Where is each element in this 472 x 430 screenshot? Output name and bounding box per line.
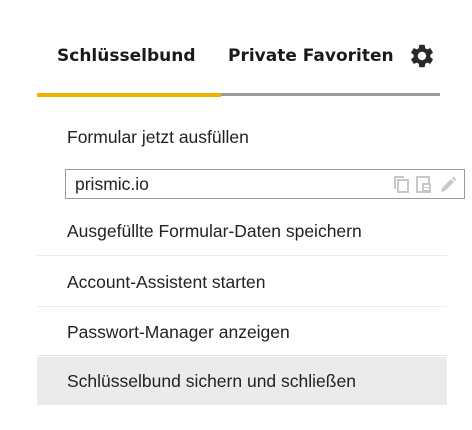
gear-icon[interactable]: [408, 42, 436, 70]
password-manager-item[interactable]: Passwort-Manager anzeigen: [37, 308, 447, 356]
paste-icon[interactable]: [414, 175, 434, 195]
active-tab-indicator: [37, 93, 221, 97]
lock-keychain-item[interactable]: Schlüsselbund sichern und schließen: [37, 357, 447, 405]
tab-bar: Schlüsselbund Private Favoriten: [37, 40, 440, 97]
url-field[interactable]: prismic.io: [65, 169, 465, 199]
account-assistant-item[interactable]: Account-Assistent starten: [37, 257, 447, 307]
save-form-data-item[interactable]: Ausgefüllte Formular-Daten speichern: [37, 206, 447, 256]
tab-keychain[interactable]: Schlüsselbund: [57, 46, 196, 66]
copy-icon[interactable]: [392, 175, 412, 195]
fill-form-item[interactable]: Formular jetzt ausfüllen: [37, 112, 447, 162]
tab-private-favorites[interactable]: Private Favoriten: [228, 46, 394, 66]
url-field-value: prismic.io: [75, 174, 149, 194]
edit-icon[interactable]: [438, 175, 458, 195]
